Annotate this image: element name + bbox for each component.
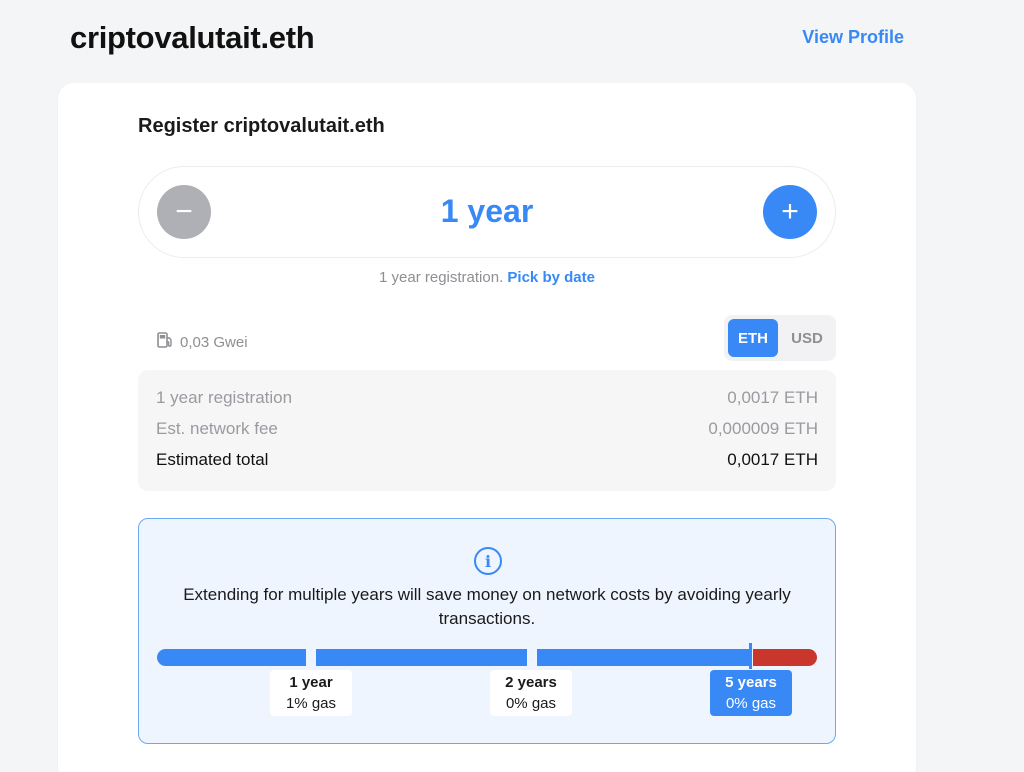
marker-gas: 1% gas: [285, 695, 337, 712]
marker-years: 1 year: [289, 674, 333, 691]
view-profile-link[interactable]: View Profile: [802, 27, 904, 48]
price-row-registration: 1 year registration 0,0017 ETH: [156, 388, 818, 408]
marker-5-years[interactable]: 5 years 0% gas: [710, 670, 792, 716]
savings-bar-segment: [537, 649, 749, 666]
gas-row: 0,03 Gwei ETH USD: [138, 315, 836, 369]
increase-year-button[interactable]: +: [763, 185, 817, 239]
price-label: Est. network fee: [156, 419, 278, 438]
savings-bar-overage: [753, 649, 817, 666]
savings-bar-marker: [749, 643, 752, 669]
gas-pump-icon: [156, 331, 174, 353]
price-value: 0,0017 ETH: [727, 388, 818, 407]
price-value: 0,000009 ETH: [708, 419, 818, 438]
savings-bar-segment: [316, 649, 527, 666]
currency-toggle: ETH USD: [724, 315, 836, 361]
register-title: Register criptovalutait.eth: [138, 115, 385, 137]
info-icon: i: [474, 547, 502, 575]
price-value: 0,0017 ETH: [727, 450, 818, 469]
marker-years: 2 years: [505, 674, 557, 691]
year-value: 1 year: [440, 193, 534, 229]
pick-by-date-link[interactable]: Pick by date: [507, 269, 595, 286]
marker-1-year[interactable]: 1 year 1% gas: [270, 670, 352, 716]
registration-text: 1 year registration.: [379, 269, 504, 286]
gas-price: 0,03 Gwei: [180, 333, 248, 351]
marker-2-years[interactable]: 2 years 0% gas: [490, 670, 572, 716]
page-title: criptovalutait.eth: [70, 20, 315, 55]
registration-subtext: 1 year registration. Pick by date: [138, 269, 836, 286]
multi-year-info-box: i Extending for multiple years will save…: [138, 518, 836, 744]
currency-eth-option[interactable]: ETH: [728, 319, 778, 357]
price-breakdown: 1 year registration 0,0017 ETH Est. netw…: [138, 370, 836, 491]
marker-years: 5 years: [725, 674, 777, 691]
plus-icon: +: [781, 195, 799, 228]
marker-gas: 0% gas: [725, 695, 777, 712]
price-row-total: Estimated total 0,0017 ETH: [156, 450, 818, 470]
info-text: Extending for multiple years will save m…: [183, 585, 791, 628]
marker-gas: 0% gas: [505, 695, 557, 712]
year-selector: − 1 year +: [138, 166, 836, 258]
price-label: 1 year registration: [156, 388, 293, 407]
price-label: Estimated total: [156, 450, 269, 469]
register-card: Register criptovalutait.eth − 1 year + 1…: [58, 83, 916, 772]
gas-info: 0,03 Gwei: [156, 331, 248, 353]
price-row-network-fee: Est. network fee 0,000009 ETH: [156, 419, 818, 439]
currency-usd-option[interactable]: USD: [782, 319, 832, 357]
savings-bar-segment: [157, 649, 306, 666]
